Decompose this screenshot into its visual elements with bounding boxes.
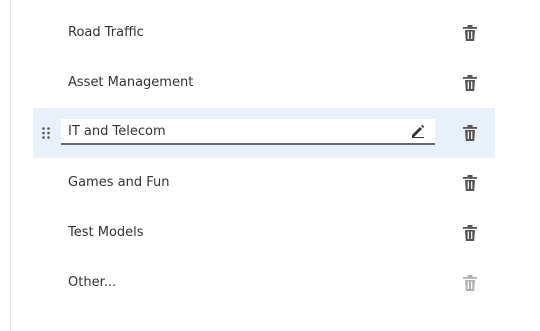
trash-icon[interactable]: [463, 225, 477, 241]
category-row-games-and-fun[interactable]: Games and Fun: [33, 158, 495, 208]
category-label: Asset Management: [68, 75, 194, 90]
category-name-input[interactable]: [61, 119, 398, 143]
category-label: Road Traffic: [68, 25, 144, 40]
category-list: Road Traffic Asset Management Games and …: [33, 8, 495, 308]
trash-icon[interactable]: [463, 175, 477, 191]
category-label: Other...: [68, 275, 117, 290]
trash-icon: [463, 275, 477, 291]
trash-icon[interactable]: [463, 125, 477, 141]
trash-icon[interactable]: [463, 75, 477, 91]
category-row-it-and-telecom[interactable]: [33, 108, 495, 158]
category-label: Test Models: [68, 225, 144, 240]
category-label: Games and Fun: [68, 175, 170, 190]
left-divider: [10, 0, 11, 331]
category-name-field[interactable]: [61, 119, 435, 145]
trash-icon[interactable]: [463, 25, 477, 41]
drag-handle-icon[interactable]: [42, 127, 50, 139]
category-row-test-models[interactable]: Test Models: [33, 208, 495, 258]
category-row-asset-management[interactable]: Asset Management: [33, 58, 495, 108]
pencil-icon[interactable]: [411, 124, 425, 138]
category-row-road-traffic[interactable]: Road Traffic: [33, 8, 495, 58]
category-row-other[interactable]: Other...: [33, 258, 495, 308]
